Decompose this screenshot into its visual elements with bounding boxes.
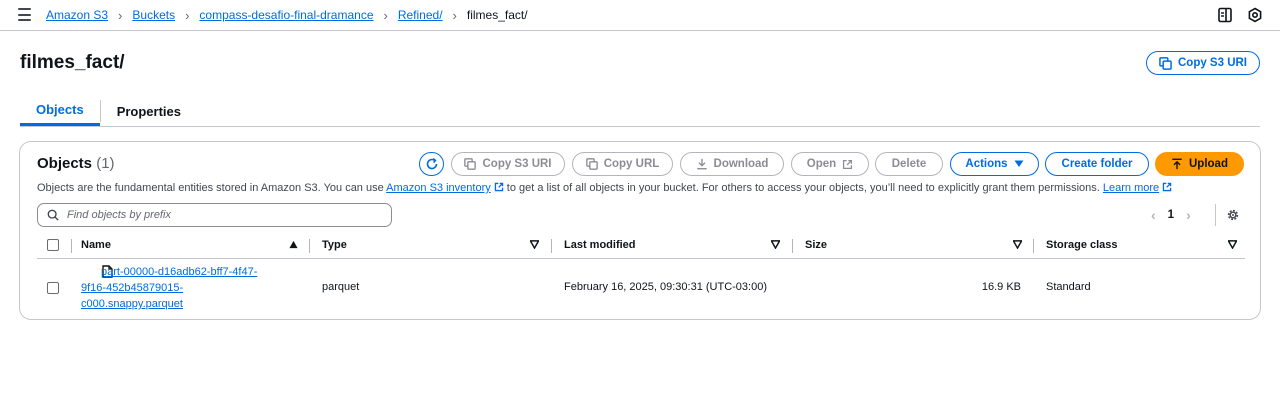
pagination: ‹ 1 › <box>1151 207 1191 223</box>
chevron-right-icon[interactable]: › <box>1186 207 1191 223</box>
copy-s3-uri-label: Copy S3 URI <box>1177 57 1247 69</box>
chevron-right-icon: › <box>118 7 123 23</box>
sort-icon[interactable] <box>1228 240 1237 249</box>
column-divider <box>551 239 552 253</box>
search-box <box>37 203 392 227</box>
breadcrumb-amazon-s3[interactable]: Amazon S3 <box>46 8 108 22</box>
chevron-right-icon: › <box>185 7 190 23</box>
external-link-icon <box>843 159 853 169</box>
actions-dropdown[interactable]: Actions <box>950 152 1039 176</box>
learn-more-link[interactable]: Learn more <box>1103 182 1159 194</box>
search-input[interactable] <box>67 209 367 221</box>
chevron-left-icon[interactable]: ‹ <box>1151 207 1156 223</box>
column-divider <box>792 239 793 253</box>
breadcrumb-buckets[interactable]: Buckets <box>132 8 175 22</box>
open-label: Open <box>806 158 837 170</box>
create-folder-button[interactable]: Create folder <box>1045 152 1149 176</box>
actions-label: Actions <box>965 158 1008 170</box>
breadcrumb-current: filmes_fact/ <box>466 8 528 22</box>
object-last-modified: February 16, 2025, 09:30:31 (UTC-03:00) <box>564 281 768 293</box>
sort-icon[interactable] <box>771 240 780 249</box>
copy-icon <box>1159 56 1172 70</box>
column-divider <box>309 239 310 253</box>
upload-label: Upload <box>1189 158 1228 170</box>
external-link-icon <box>1162 182 1172 192</box>
sort-icon[interactable] <box>530 240 539 249</box>
tab-list: Objects Properties <box>20 96 1260 127</box>
column-divider <box>71 239 72 253</box>
s3-inventory-link[interactable]: Amazon S3 inventory <box>386 182 491 194</box>
upload-icon <box>1172 158 1182 170</box>
copy-icon <box>585 158 598 170</box>
download-icon <box>696 158 707 170</box>
current-page[interactable]: 1 <box>1168 209 1174 221</box>
description-text-1: Objects are the fundamental entities sto… <box>37 182 387 194</box>
tab-objects[interactable]: Objects <box>20 96 100 126</box>
caret-down-icon <box>1014 160 1024 167</box>
download-label: Download <box>713 158 769 170</box>
objects-panel: Objects (1) Copy S3 URI Copy URL Downloa… <box>19 141 1261 320</box>
delete-label: Delete <box>891 158 927 170</box>
object-storage-class: Standard <box>1046 281 1091 293</box>
object-type: parquet <box>322 281 360 293</box>
external-link-icon <box>494 182 503 192</box>
settings-icon[interactable] <box>1226 208 1240 222</box>
breadcrumb-bucket[interactable]: compass-desafio-final-dramance <box>199 8 373 22</box>
menu-icon[interactable] <box>18 8 31 21</box>
copy-s3-uri-label: Copy S3 URI <box>482 158 552 170</box>
pagination-divider <box>1215 204 1216 226</box>
sort-icon[interactable] <box>1013 240 1022 249</box>
column-header-type[interactable]: Type <box>322 239 347 251</box>
column-divider <box>1033 239 1034 253</box>
panel-icon[interactable] <box>1217 7 1233 23</box>
copy-url-button[interactable]: Copy URL <box>572 152 673 176</box>
objects-panel-title: Objects (1) <box>37 155 115 172</box>
page-title: filmes_fact/ <box>20 52 125 73</box>
table-header: Name Type Last modified Size Storage cla… <box>37 235 1245 259</box>
open-button[interactable]: Open <box>791 152 869 176</box>
chevron-right-icon: › <box>383 7 388 23</box>
info-circle-icon[interactable] <box>1247 7 1263 23</box>
sort-ascending-icon[interactable] <box>289 240 298 249</box>
delete-button[interactable]: Delete <box>875 152 943 176</box>
copy-icon <box>464 158 477 170</box>
table-row: part-00000-d16adb62-bff7-4f47- 9f16-452b… <box>37 259 1245 319</box>
breadcrumb: Amazon S3 › Buckets › compass-desafio-fi… <box>46 0 528 30</box>
copy-url-label: Copy URL <box>603 158 660 170</box>
object-name-link-line1[interactable]: part-00000-d16adb62-bff7-4f47- <box>81 264 301 280</box>
objects-description: Objects are the fundamental entities sto… <box>37 182 1172 194</box>
refresh-icon <box>426 157 437 170</box>
row-checkbox[interactable] <box>47 282 59 294</box>
object-name-cell: part-00000-d16adb62-bff7-4f47- 9f16-452b… <box>81 264 301 312</box>
column-header-size[interactable]: Size <box>805 239 827 251</box>
objects-title-text: Objects <box>37 155 93 172</box>
refresh-button[interactable] <box>419 152 444 176</box>
objects-count: (1) <box>96 155 115 172</box>
object-name-link-line3[interactable]: c000.snappy.parquet <box>81 296 301 312</box>
top-navigation-bar: Amazon S3 › Buckets › compass-desafio-fi… <box>0 0 1280 31</box>
create-folder-label: Create folder <box>1061 158 1133 170</box>
object-name-link-line2[interactable]: 9f16-452b45879015- <box>81 280 301 296</box>
column-header-name[interactable]: Name <box>81 239 111 251</box>
search-icon <box>47 209 59 221</box>
download-button[interactable]: Download <box>680 152 784 176</box>
breadcrumb-refined[interactable]: Refined/ <box>398 8 443 22</box>
chevron-right-icon: › <box>452 7 457 23</box>
copy-s3-uri-button[interactable]: Copy S3 URI <box>451 152 565 176</box>
object-size: 16.9 KB <box>981 281 1021 293</box>
column-header-storage-class[interactable]: Storage class <box>1046 239 1118 251</box>
description-text-2: to get a list of all objects in your buc… <box>503 182 1103 194</box>
column-header-last-modified[interactable]: Last modified <box>564 239 636 251</box>
select-all-checkbox[interactable] <box>47 239 59 251</box>
copy-s3-uri-header-button[interactable]: Copy S3 URI <box>1146 51 1260 75</box>
upload-button[interactable]: Upload <box>1155 152 1244 176</box>
tab-properties[interactable]: Properties <box>101 96 197 126</box>
